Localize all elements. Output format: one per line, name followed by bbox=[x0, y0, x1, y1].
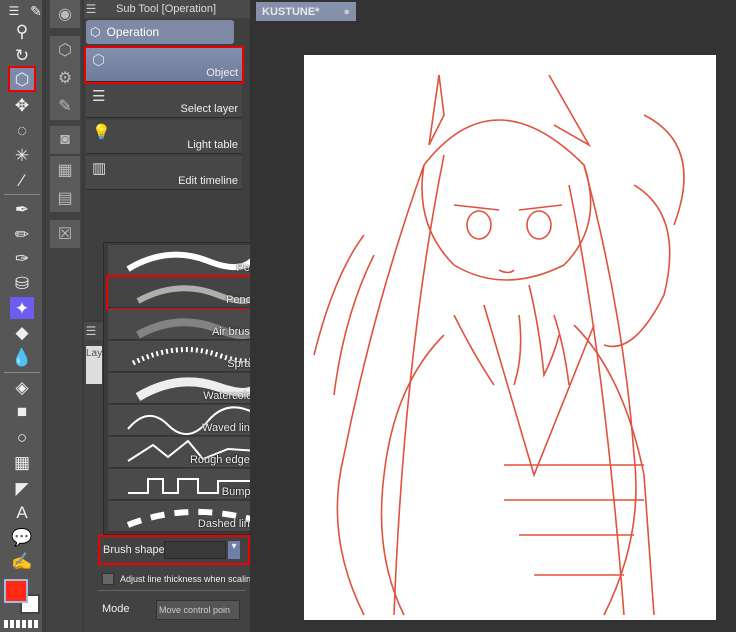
brush-label: Waved line bbox=[201, 422, 256, 434]
lasso-tool-icon[interactable]: ◌ bbox=[10, 119, 34, 141]
balloon-icon[interactable]: 💬 bbox=[10, 526, 34, 548]
sub-tool-group[interactable]: ⬡ Operation bbox=[86, 20, 234, 44]
group-label: Operation bbox=[106, 25, 160, 39]
eyedropper-icon[interactable]: ⁄ bbox=[10, 169, 34, 191]
text-icon[interactable]: A bbox=[10, 501, 34, 523]
document-tab[interactable]: KUSTUNE* ● bbox=[256, 2, 356, 21]
brush-shape-popup: Pen Pencil Air brush Spray Watercolor Waved l… bbox=[103, 242, 273, 535]
ruler-icon[interactable]: ◤ bbox=[10, 477, 34, 499]
eraser-icon[interactable]: ◆ bbox=[10, 321, 34, 343]
object-icon: ⬡ bbox=[92, 52, 106, 69]
brush-item-pen[interactable]: Pen bbox=[108, 245, 258, 276]
brush-label: Watercolor bbox=[203, 390, 256, 402]
brush-shape-row: Brush shape ▾ bbox=[98, 535, 250, 565]
magic-wand-icon[interactable]: ✳ bbox=[10, 144, 34, 166]
transparent-color-icon[interactable] bbox=[4, 620, 40, 628]
adjust-thickness-checkbox[interactable] bbox=[102, 573, 114, 585]
object-group-icon[interactable]: ⬡ bbox=[50, 36, 80, 64]
drawing-canvas[interactable] bbox=[304, 55, 716, 620]
mode-label: Mode bbox=[102, 603, 130, 615]
brush-item-watercolor[interactable]: Watercolor bbox=[108, 373, 258, 404]
pen-icon[interactable]: ✒ bbox=[10, 198, 34, 220]
brush-shape-dropdown-button[interactable]: ▾ bbox=[228, 541, 240, 559]
figure-icon[interactable]: ○ bbox=[10, 426, 34, 448]
delete-icon[interactable]: ☒ bbox=[50, 220, 80, 248]
grid-group-icon[interactable]: ▦ bbox=[50, 156, 80, 184]
brush-item-rough-edged[interactable]: Rough edged bbox=[108, 437, 258, 468]
zoom-tool-icon[interactable]: ⚲ bbox=[10, 20, 34, 42]
brush-item-pencil[interactable]: Pencil bbox=[106, 275, 260, 310]
sub-tool-light-table[interactable]: 💡 Light table bbox=[86, 120, 242, 154]
brush-item-air-brush[interactable]: Air brush bbox=[108, 309, 258, 340]
menu-icon[interactable]: ☰ bbox=[2, 0, 26, 22]
rotate-tool-icon[interactable]: ↻ bbox=[10, 44, 34, 66]
brush-icon[interactable]: ✑ bbox=[10, 247, 34, 269]
layer-tab[interactable]: Lay bbox=[86, 346, 102, 384]
frame-group-icon[interactable]: ◙ bbox=[50, 126, 80, 154]
main-color-swatch[interactable] bbox=[4, 579, 28, 603]
sub-tool-select-layer[interactable]: ☰ Select layer bbox=[86, 84, 242, 118]
brush-item-dashed-line[interactable]: Dashed line bbox=[108, 501, 258, 532]
object-icon: ⬡ bbox=[90, 25, 101, 39]
tool-group-column: ◉ ⬡ ⚙ ✎ ◙ ▦ ▤ ☒ bbox=[46, 0, 82, 632]
brush-item-bumpy[interactable]: Bumpy bbox=[108, 469, 258, 500]
menu-icon[interactable]: ☰ bbox=[84, 324, 98, 338]
move-tool-icon[interactable]: ✥ bbox=[10, 94, 34, 116]
brush-item-spray[interactable]: Spray bbox=[108, 341, 258, 372]
pen-settings-icon[interactable]: ✎ bbox=[50, 92, 80, 120]
gradient-icon[interactable]: ■ bbox=[10, 400, 34, 422]
brush-shape-label: Brush shape bbox=[103, 544, 165, 556]
panel-title: Sub Tool [Operation] bbox=[116, 3, 217, 15]
operation-tool-icon[interactable]: ⬡ bbox=[8, 66, 36, 92]
ai-sparkle-icon[interactable]: ✦ bbox=[10, 297, 34, 319]
blend-icon[interactable]: 💧 bbox=[10, 346, 34, 368]
operation-group-icon[interactable]: ◉ bbox=[50, 0, 80, 28]
lightbulb-icon: 💡 bbox=[92, 124, 111, 141]
pen-tool-icon[interactable]: ✎ bbox=[24, 0, 48, 22]
layers-icon: ☰ bbox=[92, 88, 106, 105]
correct-line-icon[interactable]: ✍ bbox=[10, 550, 34, 572]
film-icon[interactable]: ▤ bbox=[50, 184, 80, 212]
timeline-icon: ▥ bbox=[92, 160, 107, 177]
sub-tool-edit-timeline[interactable]: ▥ Edit timeline bbox=[86, 156, 242, 190]
sub-tool-object[interactable]: ⬡ Object bbox=[84, 46, 244, 84]
line-art bbox=[313, 74, 685, 616]
pencil-icon[interactable]: ✏ bbox=[10, 223, 34, 245]
menu-icon[interactable]: ☰ bbox=[84, 2, 98, 16]
brush-item-waved-line[interactable]: Waved line bbox=[108, 405, 258, 436]
brush-shape-field[interactable] bbox=[164, 541, 226, 559]
tab-dot-icon[interactable]: ● bbox=[343, 6, 350, 18]
mode-select[interactable]: Move control poin bbox=[156, 600, 240, 620]
airbrush-icon[interactable]: ⛁ bbox=[10, 272, 34, 294]
frame-icon[interactable]: ▦ bbox=[10, 451, 34, 473]
fill-icon[interactable]: ◈ bbox=[10, 376, 34, 398]
brush-label: Rough edged bbox=[189, 454, 256, 466]
adjust-thickness-label: Adjust line thickness when scaling bbox=[120, 574, 257, 584]
tool-palette: ☰ ✎ ⚲ ↻ ⬡ ✥ ◌ ✳ ⁄ ✒ ✏ ✑ ⛁ ✦ ◆ 💧 ◈ ■ ○ ▦ … bbox=[0, 0, 44, 632]
brush-label: Dashed line bbox=[197, 518, 256, 530]
object-settings-icon[interactable]: ⚙ bbox=[50, 64, 80, 92]
